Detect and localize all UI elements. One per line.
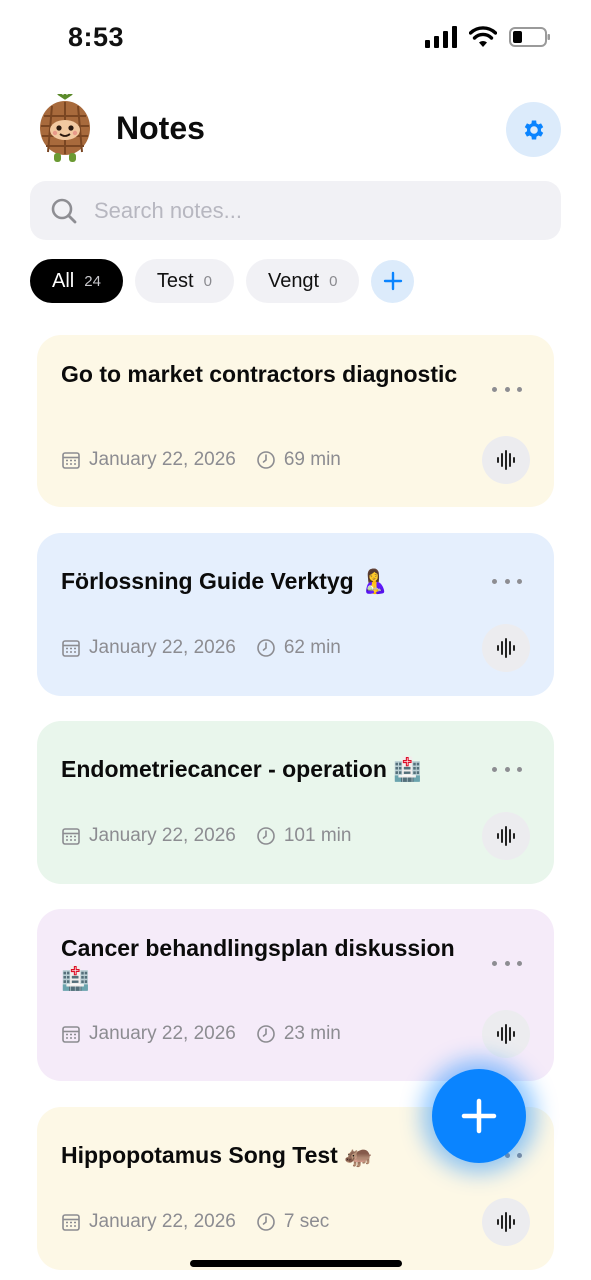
note-title: Hippopotamus Song Test 🦛 [61,1142,373,1168]
audio-playback-button[interactable] [482,1010,530,1058]
home-indicator [190,1260,402,1267]
audio-playback-button[interactable] [482,812,530,860]
note-meta: January 22, 2026 101 min [61,825,351,847]
note-duration: 62 min [283,637,341,658]
note-meta: January 22, 2026 62 min [61,637,341,659]
settings-button[interactable] [506,102,561,157]
filter-chip-vengt[interactable]: Vengt 0 [245,259,360,303]
note-title: Förlossning Guide Verktyg 🤱 [61,568,389,594]
clock-icon [257,827,275,845]
clock-icon [257,451,275,469]
more-options-button[interactable] [492,953,522,973]
audio-playback-button[interactable] [482,624,530,672]
new-note-button[interactable] [432,1069,526,1163]
chip-label: All [52,269,75,292]
note-date: January 22, 2026 [89,825,236,846]
filter-chip-test[interactable]: Test 0 [134,259,234,303]
note-meta: January 22, 2026 7 sec [61,1211,329,1233]
note-card[interactable]: Cancer behandlingsplan diskussion 🏥 Janu… [37,909,554,1081]
chip-label: Test [156,269,194,292]
audio-playback-button[interactable] [482,436,530,484]
header: Notes [0,92,591,168]
calendar-icon [62,452,80,469]
wifi-icon [469,26,497,47]
waveform-icon [497,638,515,658]
note-card[interactable]: Förlossning Guide Verktyg 🤱 January 22, … [37,533,554,696]
waveform-icon [497,1212,515,1232]
note-title: Go to market contractors diagnostic [61,361,458,387]
more-options-button[interactable] [492,571,522,591]
waveform-icon [497,450,515,470]
note-date: January 22, 2026 [89,449,236,470]
chip-count: 24 [84,272,101,290]
note-date: January 22, 2026 [89,637,236,658]
note-title: Endometriecancer - operation 🏥 [61,756,422,782]
calendar-icon [62,828,80,845]
search-icon [51,198,77,224]
pinecone-mascot-logo [40,94,90,162]
waveform-icon [497,1024,515,1044]
page-title: Notes [116,110,205,146]
status-icons [425,26,551,48]
search-input[interactable] [94,181,534,240]
note-date: January 22, 2026 [89,1023,236,1044]
note-meta: January 22, 2026 23 min [61,1023,341,1045]
cellular-signal-icon [425,26,457,48]
clock-icon [257,1025,275,1043]
filter-chips: All 24 Test 0 Vengt 0 [30,259,415,303]
status-time: 8:53 [68,22,125,52]
note-date: January 22, 2026 [89,1211,236,1232]
note-duration: 69 min [283,449,341,470]
note-duration: 7 sec [283,1211,330,1232]
note-meta: January 22, 2026 69 min [61,449,341,471]
chip-count: 0 [203,272,212,290]
note-card[interactable]: Endometriecancer - operation 🏥 January 2… [37,721,554,884]
more-options-button[interactable] [492,379,522,399]
clock-icon [257,639,275,657]
chip-count: 0 [329,272,338,290]
plus-icon [461,1098,497,1134]
gear-icon [524,119,543,140]
calendar-icon [62,640,80,657]
status-bar: 8:53 [0,0,591,80]
more-options-button[interactable] [492,759,522,779]
search-bar [30,181,561,240]
note-duration: 101 min [283,825,352,846]
filter-chip-all[interactable]: All 24 [30,259,123,303]
note-card[interactable]: Go to market contractors diagnostic Janu… [37,335,554,507]
waveform-icon [497,826,515,846]
calendar-icon [62,1026,80,1043]
chip-label: Vengt [267,269,320,292]
add-folder-button[interactable] [371,259,415,303]
note-title: Cancer behandlingsplan diskussion 🏥 [61,935,455,991]
audio-playback-button[interactable] [482,1198,530,1246]
battery-icon [509,27,550,47]
plus-icon [383,271,403,291]
note-duration: 23 min [283,1023,341,1044]
clock-icon [257,1213,275,1231]
calendar-icon [62,1214,80,1231]
